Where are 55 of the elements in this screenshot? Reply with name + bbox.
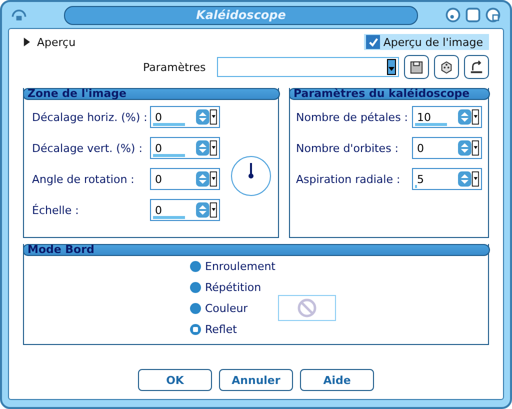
- minimize-icon[interactable]: [444, 6, 462, 24]
- spinner-arrows-icon[interactable]: [196, 202, 217, 218]
- field-label: Décalage horiz. (%) :: [32, 110, 148, 124]
- presets-dropdown[interactable]: [217, 57, 399, 77]
- group-title: Paramètres du kaléidoscope: [288, 88, 490, 100]
- dropdown-icon: [386, 59, 396, 75]
- radio-button[interactable]: Répétition: [190, 280, 262, 294]
- preview-toggle[interactable]: Aperçu: [23, 36, 76, 48]
- radio-label: Reflet: [205, 322, 237, 336]
- dialog-button[interactable]: OK: [138, 369, 212, 391]
- radio-button[interactable]: Reflet: [190, 322, 250, 336]
- radio-label: Répétition: [205, 280, 262, 294]
- number-field[interactable]: 0: [150, 106, 220, 128]
- checkbox[interactable]: [366, 35, 380, 49]
- number-field[interactable]: 0: [150, 168, 220, 190]
- window-title: Kaléidoscope: [64, 6, 418, 24]
- presets-label: Paramètres: [143, 60, 207, 74]
- field-label: Nombre de pétales :: [296, 110, 410, 124]
- field-label: Nombre d'orbites :: [296, 142, 400, 154]
- number-field[interactable]: 10: [412, 106, 482, 128]
- no-color-icon: [297, 298, 317, 318]
- spinner-arrows-icon[interactable]: [458, 140, 479, 156]
- checkbox-label: Aperçu de l'image: [383, 36, 483, 48]
- expand-icon: [23, 37, 30, 47]
- field-label: Angle de rotation :: [32, 172, 136, 186]
- randomize-button[interactable]: [434, 55, 459, 79]
- reset-button[interactable]: [464, 55, 489, 79]
- field-label: Aspiration radiale :: [296, 172, 402, 186]
- radio-label: Enroulement: [205, 260, 276, 272]
- radio-button[interactable]: Enroulement: [190, 260, 276, 272]
- group-title: Zone de l'image: [22, 88, 280, 100]
- close-icon[interactable]: [484, 6, 502, 24]
- image-preview-checkbox[interactable]: Aperçu de l'image: [364, 34, 489, 50]
- dialog-button[interactable]: Annuler: [219, 369, 293, 391]
- save-button[interactable]: [404, 55, 429, 79]
- spinner-arrows-icon[interactable]: [196, 171, 217, 187]
- number-field[interactable]: 0: [412, 137, 482, 159]
- number-field[interactable]: 5: [412, 168, 482, 190]
- number-field[interactable]: 0: [150, 199, 220, 221]
- dice-icon: [438, 60, 454, 74]
- group-title: Mode Bord: [22, 244, 490, 256]
- color-swatch[interactable]: [278, 295, 336, 321]
- field-label: Décalage vert. (%) :: [32, 142, 144, 154]
- spinner-arrows-icon[interactable]: [458, 109, 479, 125]
- spinner-arrows-icon[interactable]: [196, 140, 217, 156]
- rotation-dial-icon[interactable]: [230, 154, 272, 196]
- radio-button[interactable]: Couleur: [190, 302, 250, 314]
- reset-arrow-icon: [468, 60, 484, 74]
- spinner-arrows-icon[interactable]: [458, 171, 479, 187]
- number-field[interactable]: 0: [150, 137, 220, 159]
- field-label: Échelle :: [32, 204, 80, 216]
- radio-label: Couleur: [205, 302, 248, 314]
- spinner-arrows-icon[interactable]: [196, 109, 217, 125]
- dialog-button[interactable]: Aide: [300, 369, 374, 391]
- maximize-icon[interactable]: [464, 6, 482, 24]
